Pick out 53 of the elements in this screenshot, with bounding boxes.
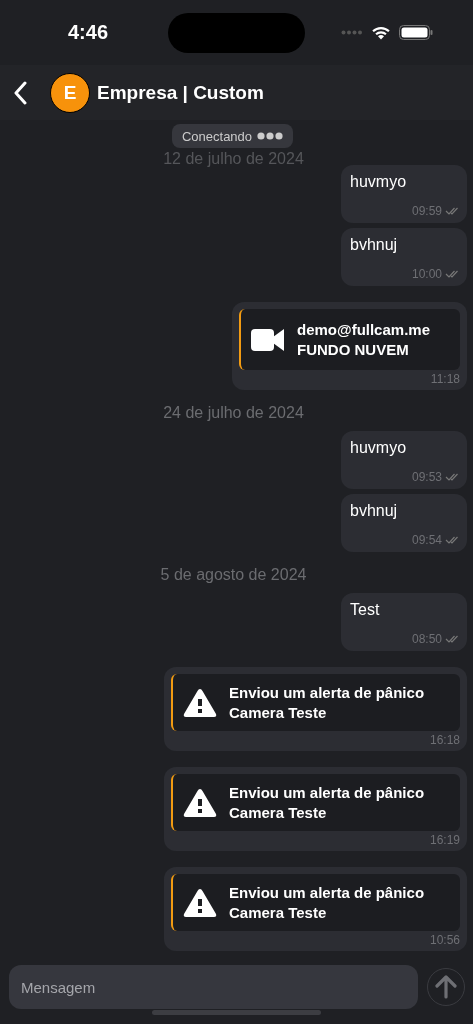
date-separator: 24 de julho de 2024 <box>163 404 304 422</box>
back-button[interactable] <box>13 79 29 106</box>
message-input[interactable]: Mensagem <box>9 965 418 1009</box>
card-subtitle: Camera Teste <box>229 804 328 821</box>
message-time: 10:00 <box>411 267 442 281</box>
connection-label: Conectando <box>181 128 253 144</box>
avatar: E <box>50 72 90 113</box>
double-check-icon <box>445 270 459 278</box>
warning-icon <box>183 787 217 818</box>
card-title: Enviou um alerta de pânico <box>229 684 425 701</box>
message-bubble[interactable]: Test 08:50 <box>341 593 467 651</box>
message-bubble[interactable]: Enviou um alerta de pânico Camera Teste 10:56 <box>164 867 467 951</box>
message-bubble[interactable]: huvmyo 09:53 <box>341 431 467 489</box>
message-text: bvhnuj <box>350 235 399 255</box>
card-title: Enviou um alerta de pânico <box>229 884 425 901</box>
signal-dots-icon <box>341 30 363 35</box>
message-bubble[interactable]: bvhnuj 09:54 <box>341 494 467 552</box>
message-bubble[interactable]: Enviou um alerta de pânico Camera Teste 16:19 <box>164 767 467 851</box>
message-text: bvhnuj <box>350 501 399 521</box>
message-bubble[interactable]: huvmyo 09:59 <box>341 165 467 223</box>
loading-dots-icon <box>257 132 284 140</box>
message-text: huvmyo <box>350 438 408 458</box>
card-subtitle: Camera Teste <box>229 704 328 721</box>
message-bubble[interactable]: demo@fullcam.me FUNDO NUVEM 11:18 <box>232 302 467 390</box>
message-time: 16:19 <box>429 833 460 847</box>
message-bubble[interactable]: Enviou um alerta de pânico Camera Teste 16:18 <box>164 667 467 751</box>
message-time: 10:56 <box>429 933 460 947</box>
message-time: 11:18 <box>430 372 460 386</box>
double-check-icon <box>445 473 459 481</box>
double-check-icon <box>445 536 459 544</box>
chat-title: Empresa | Custom <box>97 81 264 104</box>
status-time: 4:46 <box>68 21 109 44</box>
warning-icon <box>183 887 217 918</box>
double-check-icon <box>445 635 459 643</box>
message-text: Test <box>350 600 381 620</box>
card-title: demo@fullcam.me <box>297 321 430 338</box>
arrow-up-icon <box>435 975 457 999</box>
wifi-icon <box>371 25 391 40</box>
date-separator: 5 de agosto de 2024 <box>160 566 307 584</box>
double-check-icon <box>445 207 459 215</box>
battery-icon <box>399 25 433 40</box>
message-time: 09:59 <box>411 204 442 218</box>
card-subtitle: Camera Teste <box>229 904 328 921</box>
video-camera-icon <box>251 326 285 353</box>
message-time: 16:18 <box>429 733 460 747</box>
message-bubble[interactable]: bvhnuj 10:00 <box>341 228 467 286</box>
card-title: Enviou um alerta de pânico <box>229 784 425 801</box>
warning-icon <box>183 687 217 718</box>
message-time: 09:54 <box>411 533 442 547</box>
card-subtitle: FUNDO NUVEM <box>297 341 410 358</box>
message-time: 09:53 <box>411 470 442 484</box>
message-time: 08:50 <box>411 632 442 646</box>
message-text: huvmyo <box>350 172 408 192</box>
